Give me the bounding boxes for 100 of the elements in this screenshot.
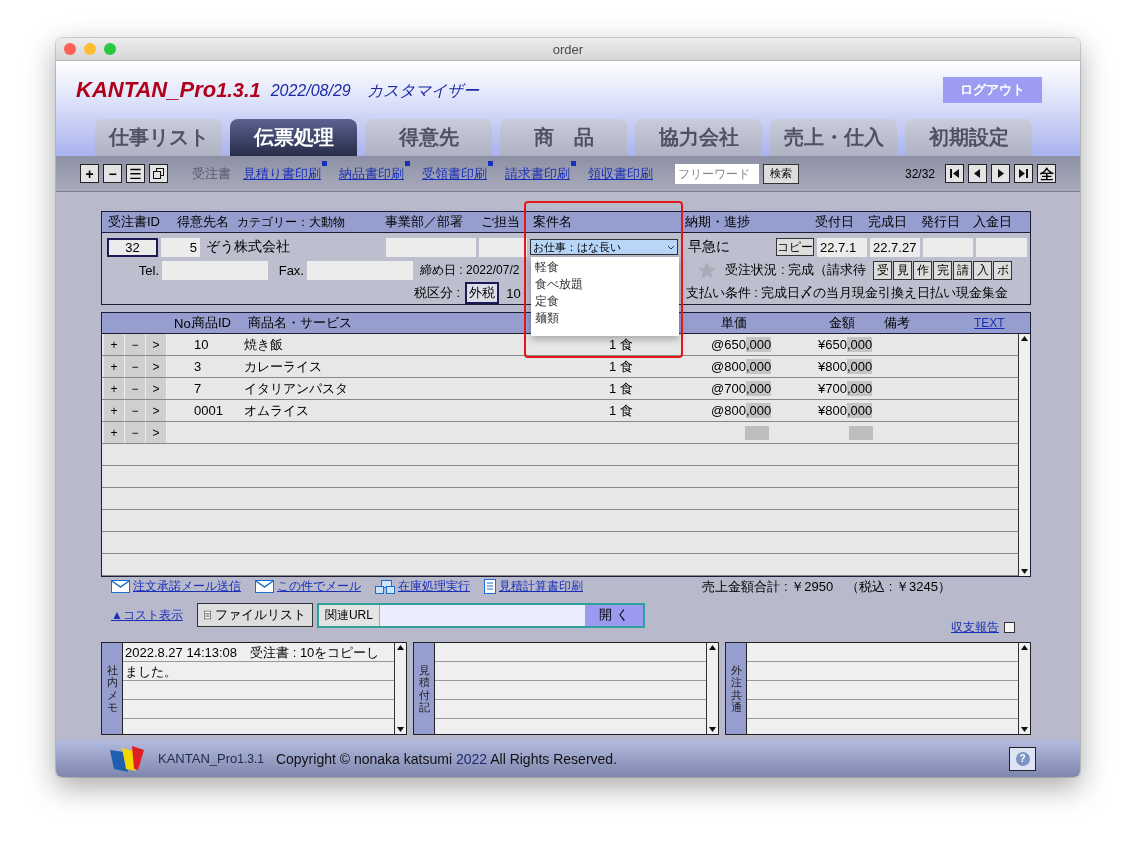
dropdown-option[interactable]: 定食 xyxy=(535,293,675,310)
status-button[interactable]: 作 xyxy=(913,260,933,280)
tax-mode-button[interactable]: 外税 xyxy=(465,282,500,304)
action-link[interactable]: 在庫処理実行 xyxy=(398,578,470,595)
triangle-right-icon xyxy=(995,168,1006,179)
status-button[interactable]: 請 xyxy=(953,260,973,280)
scrollbar[interactable] xyxy=(1018,643,1030,734)
tab[interactable]: 仕事リスト xyxy=(95,119,222,156)
amount-field[interactable] xyxy=(849,425,873,440)
scroll-up-icon xyxy=(396,643,405,652)
star-icon[interactable] xyxy=(698,261,717,279)
tab[interactable]: 協力会社 xyxy=(635,119,762,156)
fax-field[interactable] xyxy=(307,260,413,280)
window-title: order xyxy=(552,41,584,57)
dropdown-option[interactable]: 麺類 xyxy=(535,310,675,327)
duplicate-icon xyxy=(153,168,164,179)
expand-row-button[interactable]: > xyxy=(146,400,167,421)
expand-row-button[interactable]: > xyxy=(146,356,167,377)
customer-number-field[interactable]: 5 xyxy=(161,237,200,257)
report-checkbox[interactable] xyxy=(1004,621,1015,633)
status-button[interactable]: 入 xyxy=(973,260,993,280)
tab[interactable]: 初期設定 xyxy=(905,119,1032,156)
project-dropdown[interactable]: お仕事：はな長い xyxy=(530,239,678,255)
order-id-field[interactable]: 32 xyxy=(107,237,158,257)
table-cell-text: 1 食 xyxy=(609,379,634,398)
action-link[interactable]: 見積計算書印刷 xyxy=(499,578,583,595)
search-field[interactable]: フリーワード xyxy=(675,163,759,184)
dropdown-option[interactable]: 食べ放題 xyxy=(535,276,675,293)
zoom-button[interactable] xyxy=(104,43,116,55)
completed-date-field[interactable]: 22.7.27 xyxy=(870,237,920,257)
expand-row-button[interactable]: > xyxy=(146,334,167,355)
memo-label: 外注共通 xyxy=(726,643,747,734)
status-button[interactable]: ボ xyxy=(993,260,1013,280)
remove-row-button[interactable]: − xyxy=(125,422,146,443)
minimize-button[interactable] xyxy=(84,43,96,55)
expand-row-button[interactable]: > xyxy=(146,378,167,399)
tab[interactable]: 伝票処理 xyxy=(230,119,357,156)
status-button[interactable]: 見 xyxy=(893,260,913,280)
action-link[interactable]: 注文承諾メール送信 xyxy=(133,578,241,595)
remove-row-button[interactable]: − xyxy=(125,356,146,377)
table-cell-text: 3 xyxy=(193,359,203,374)
tab[interactable]: 売上・仕入 xyxy=(770,119,897,156)
scrollbar[interactable] xyxy=(394,643,406,734)
contact-field[interactable] xyxy=(479,237,527,257)
add-row-button[interactable]: + xyxy=(104,356,125,377)
scrollbar[interactable] xyxy=(1018,334,1030,576)
print-link[interactable]: 見積り書印刷 xyxy=(243,164,321,183)
copyright-text: Copyright © nonaka katsumi 2022 All Rights Reserved. xyxy=(275,750,617,767)
scrollbar[interactable] xyxy=(706,643,718,734)
expand-row-button[interactable]: > xyxy=(146,422,167,443)
tab[interactable]: 商 品 xyxy=(500,119,627,156)
add-row-button[interactable]: + xyxy=(104,378,125,399)
print-link[interactable]: 請求書印刷 xyxy=(505,164,570,183)
next-record-button[interactable] xyxy=(991,164,1010,183)
add-row-button[interactable]: + xyxy=(104,334,125,355)
text-link[interactable]: TEXT xyxy=(974,316,1005,330)
list-button[interactable]: ☰ xyxy=(126,164,145,183)
action-link[interactable]: この件でメール xyxy=(277,578,361,595)
previous-record-button[interactable] xyxy=(968,164,987,183)
add-button[interactable]: + xyxy=(80,164,99,183)
add-row-button[interactable]: + xyxy=(104,422,125,443)
issue-date-field[interactable] xyxy=(923,237,973,257)
payment-date-field[interactable] xyxy=(976,237,1027,257)
customer-name-field[interactable]: ぞう株式会社 xyxy=(203,237,383,257)
scroll-down-icon xyxy=(396,725,405,734)
status-button[interactable]: 完 xyxy=(933,260,953,280)
progress-field[interactable]: 早急に xyxy=(685,237,773,257)
last-record-button[interactable] xyxy=(1014,164,1033,183)
column-header: 入金日 xyxy=(973,213,1013,231)
print-link[interactable]: 納品書印刷 xyxy=(339,164,404,183)
received-date-field[interactable]: 22.7.1 xyxy=(817,237,867,257)
column-header: 完成日 xyxy=(868,213,908,231)
print-link[interactable]: 領収書印刷 xyxy=(588,164,653,183)
first-record-button[interactable] xyxy=(945,164,964,183)
dropdown-option[interactable]: 軽食 xyxy=(535,259,675,276)
copy-button[interactable]: コピー xyxy=(776,238,814,256)
print-link[interactable]: 受領書印刷 xyxy=(422,164,487,183)
file-list-button[interactable]: ファイルリスト xyxy=(196,603,313,627)
price-field[interactable] xyxy=(745,425,769,440)
all-records-button[interactable]: 全 xyxy=(1037,164,1056,183)
duplicate-button[interactable] xyxy=(149,164,168,183)
close-button[interactable] xyxy=(64,43,76,55)
tab[interactable]: 得意先 xyxy=(365,119,492,156)
add-row-button[interactable]: + xyxy=(104,400,125,421)
tel-field[interactable] xyxy=(162,260,268,280)
remove-row-button[interactable]: − xyxy=(125,378,146,399)
remove-row-button[interactable]: − xyxy=(125,334,146,355)
open-button[interactable]: 開 く xyxy=(584,604,643,626)
column-header: 金額 xyxy=(829,314,856,332)
document-icon xyxy=(484,579,496,594)
remove-row-button[interactable]: − xyxy=(125,400,146,421)
report-link[interactable]: 収支報告 xyxy=(951,618,999,636)
remove-button[interactable]: − xyxy=(103,164,122,183)
windows-icon xyxy=(375,579,395,594)
search-button[interactable]: 検索 xyxy=(763,163,799,184)
skip-forward-icon xyxy=(1018,168,1029,179)
footer-app-name: KANTAN_Pro1.3.1 xyxy=(158,751,264,766)
department-field[interactable] xyxy=(386,237,476,257)
status-button[interactable]: 受 xyxy=(873,260,893,280)
cost-link[interactable]: ▲コスト表示 xyxy=(111,606,183,624)
